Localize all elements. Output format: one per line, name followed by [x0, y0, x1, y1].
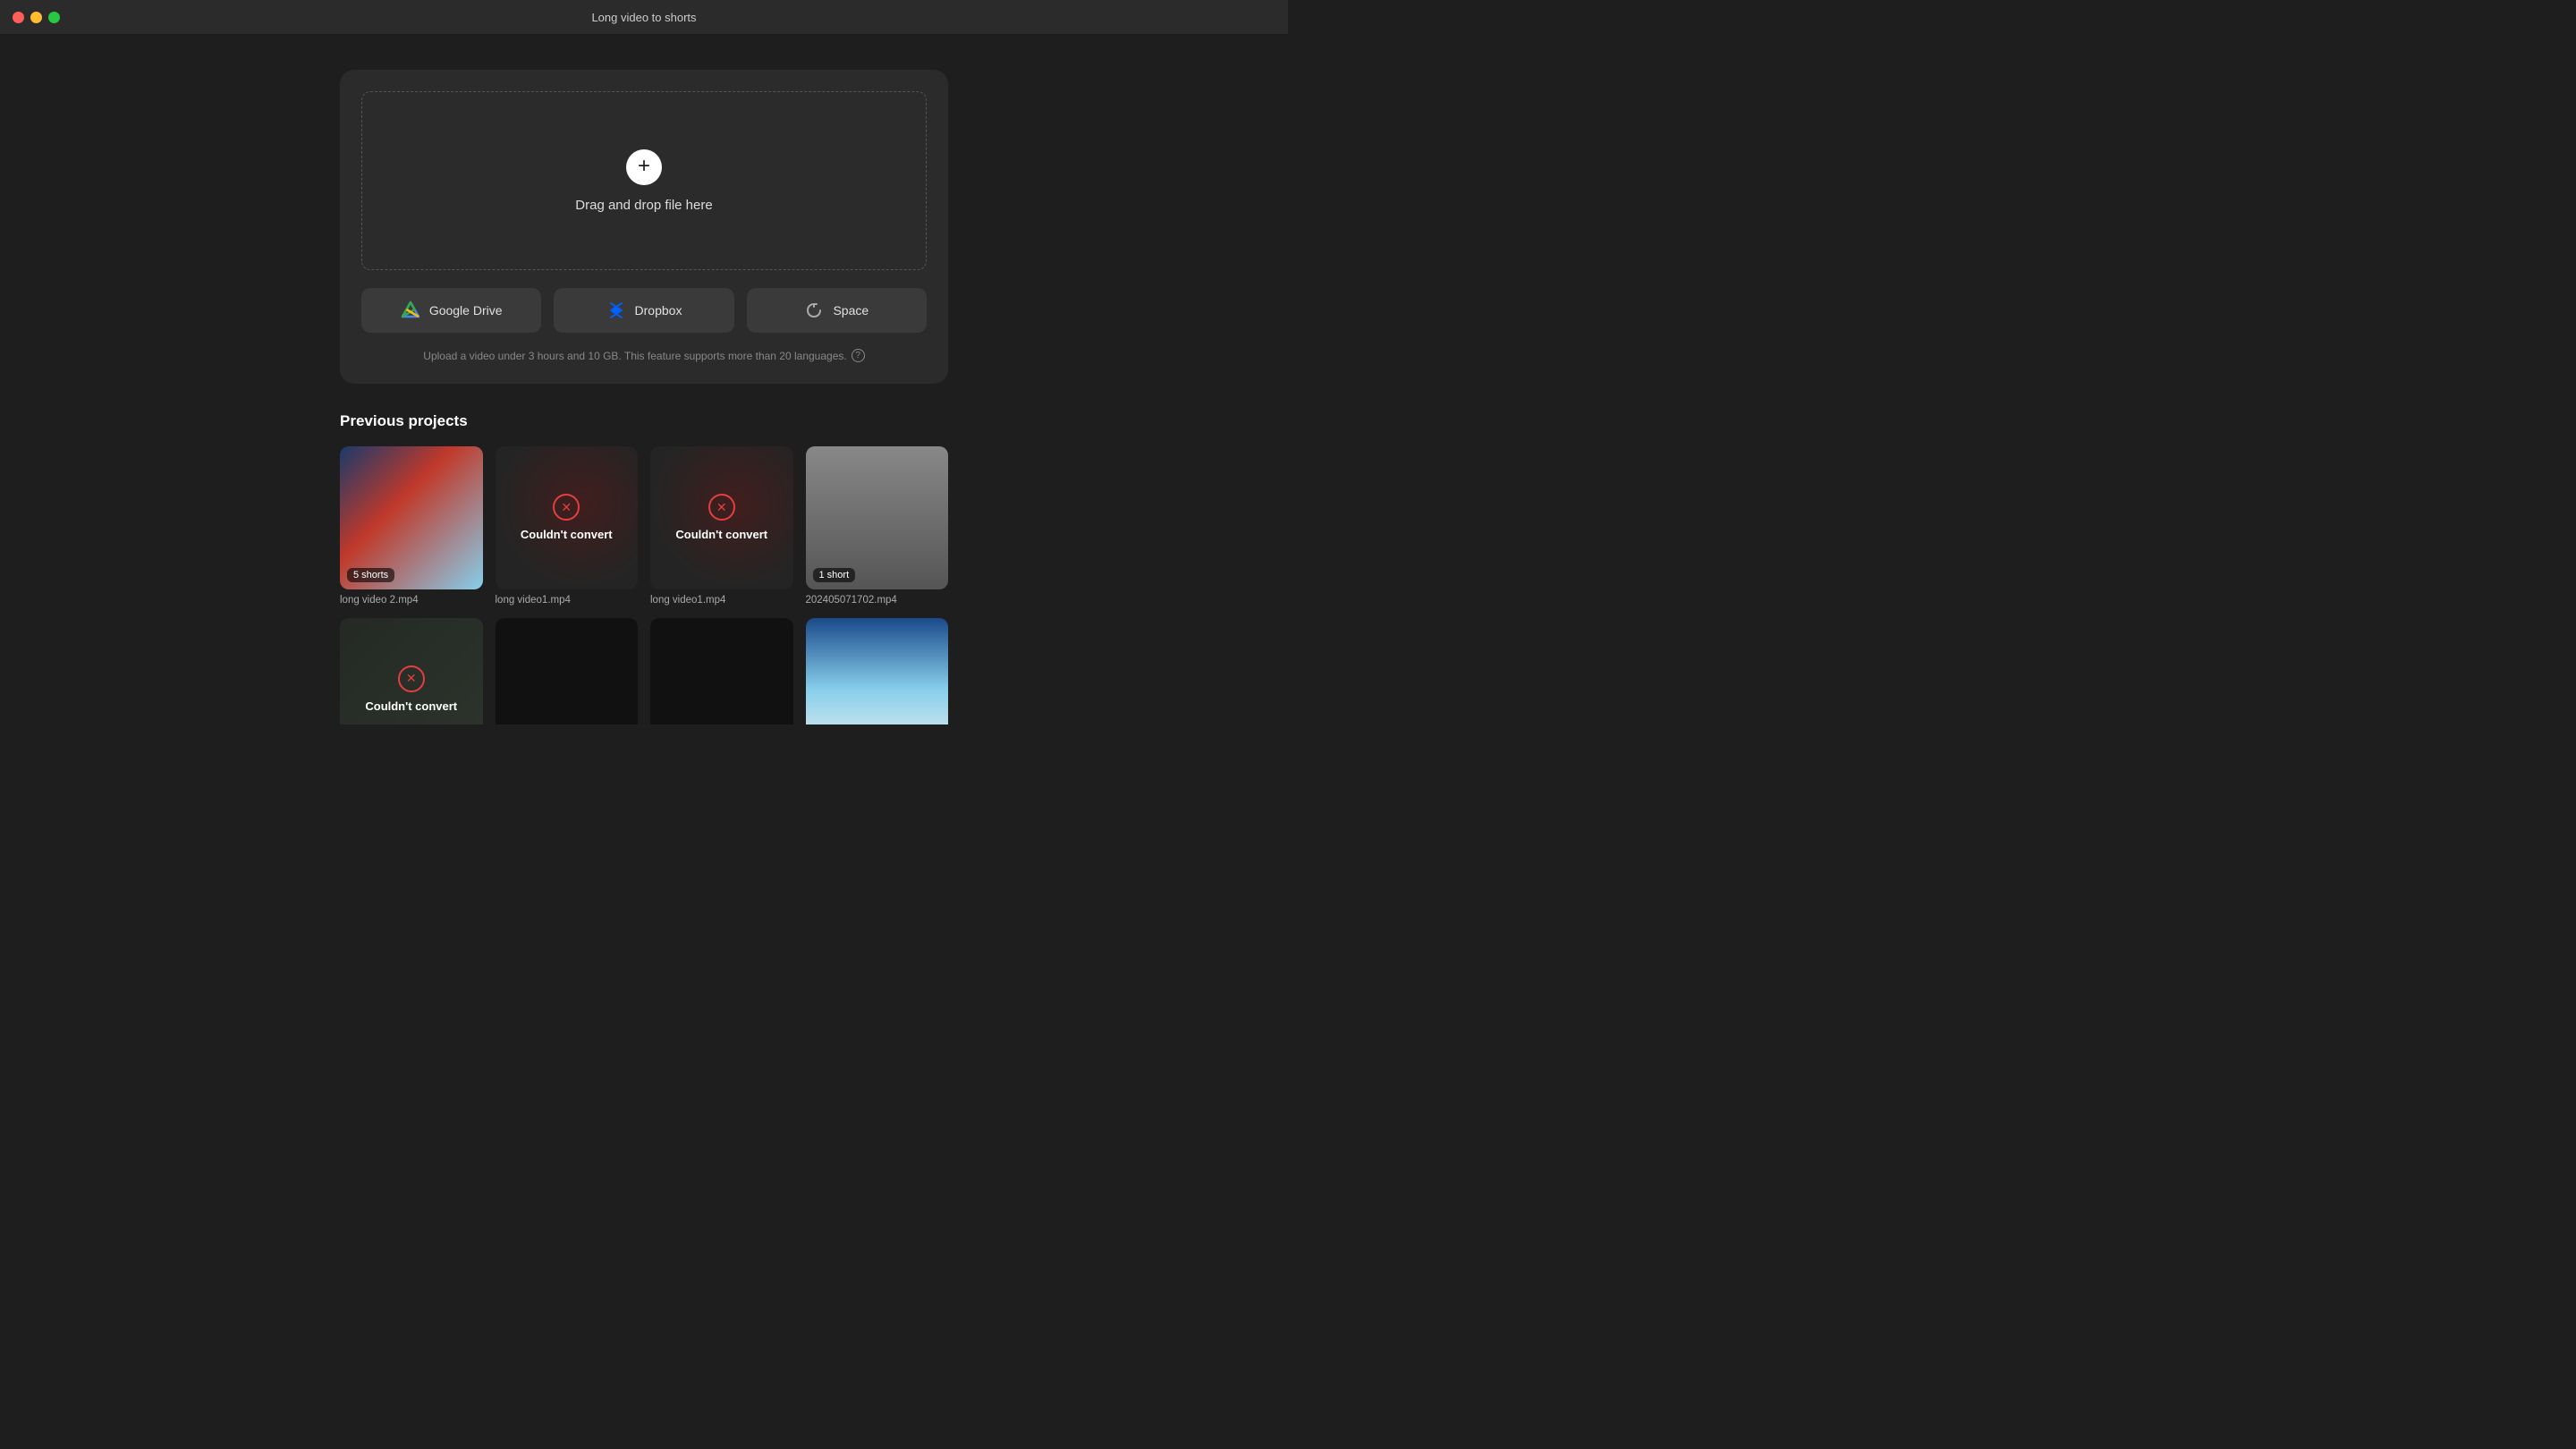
error-overlay: Couldn't convert: [496, 446, 639, 589]
titlebar: Long video to shorts: [0, 0, 1288, 34]
projects-grid: 5 shorts long video 2.mp4 Couldn't convert…: [340, 446, 948, 724]
project-thumbnail: [496, 618, 639, 725]
add-file-icon: +: [626, 149, 662, 185]
shorts-badge: 1 short: [813, 568, 856, 582]
google-drive-label: Google Drive: [429, 303, 503, 318]
project-thumbnail: 1 short: [806, 446, 949, 589]
dropbox-label: Dropbox: [635, 303, 682, 318]
project-item[interactable]: [496, 618, 639, 725]
error-overlay: Couldn't convert: [650, 446, 793, 589]
shorts-badge: 5 shorts: [347, 568, 394, 582]
project-item[interactable]: 1 short 202405071702.mp4: [806, 446, 949, 606]
project-item[interactable]: Couldn't convert long video1.mp4: [496, 446, 639, 606]
error-icon: [398, 665, 425, 692]
project-name: long video 2.mp4: [340, 595, 483, 606]
project-name: long video1.mp4: [650, 595, 793, 606]
project-thumbnail: Couldn't convert: [340, 618, 483, 725]
project-item[interactable]: [650, 618, 793, 725]
project-item[interactable]: 5 shorts long video 2.mp4: [340, 446, 483, 606]
error-icon: [553, 494, 580, 521]
dropbox-icon: [606, 301, 626, 320]
project-item[interactable]: Couldn't convert long video1.mp4: [650, 446, 793, 606]
traffic-lights: [13, 12, 60, 23]
space-label: Space: [833, 303, 869, 318]
minimize-button[interactable]: [30, 12, 42, 23]
previous-projects-section: Previous projects 5 shorts long video 2.m…: [340, 412, 948, 724]
source-buttons: Google Drive Dropbox: [361, 288, 927, 333]
google-drive-icon: [401, 301, 420, 320]
project-thumbnail: [806, 618, 949, 725]
space-button[interactable]: Space: [747, 288, 927, 333]
error-icon: [708, 494, 735, 521]
drop-label: Drag and drop file here: [575, 198, 712, 213]
upload-info: Upload a video under 3 hours and 10 GB. …: [361, 349, 927, 362]
project-thumbnail: 5 shorts: [340, 446, 483, 589]
project-thumbnail: Couldn't convert: [496, 446, 639, 589]
help-icon[interactable]: ?: [852, 349, 865, 362]
dropbox-button[interactable]: Dropbox: [554, 288, 733, 333]
project-item[interactable]: Couldn't convert: [340, 618, 483, 725]
maximize-button[interactable]: [48, 12, 60, 23]
close-button[interactable]: [13, 12, 24, 23]
previous-projects-title: Previous projects: [340, 412, 948, 430]
main-content: + Drag and drop file here Google Drive: [0, 34, 1288, 724]
error-overlay: Couldn't convert: [340, 618, 483, 725]
error-text: Couldn't convert: [675, 528, 767, 541]
window-title: Long video to shorts: [591, 11, 696, 24]
project-item[interactable]: [806, 618, 949, 725]
upload-info-text: Upload a video under 3 hours and 10 GB. …: [423, 350, 846, 362]
drop-zone[interactable]: + Drag and drop file here: [361, 91, 927, 270]
project-thumbnail: Couldn't convert: [650, 446, 793, 589]
error-text: Couldn't convert: [365, 699, 457, 713]
project-name: long video1.mp4: [496, 595, 639, 606]
project-thumbnail: [650, 618, 793, 725]
space-icon: [804, 301, 824, 320]
upload-card: + Drag and drop file here Google Drive: [340, 70, 948, 384]
project-name: 202405071702.mp4: [806, 595, 949, 606]
error-text: Couldn't convert: [521, 528, 613, 541]
google-drive-button[interactable]: Google Drive: [361, 288, 541, 333]
